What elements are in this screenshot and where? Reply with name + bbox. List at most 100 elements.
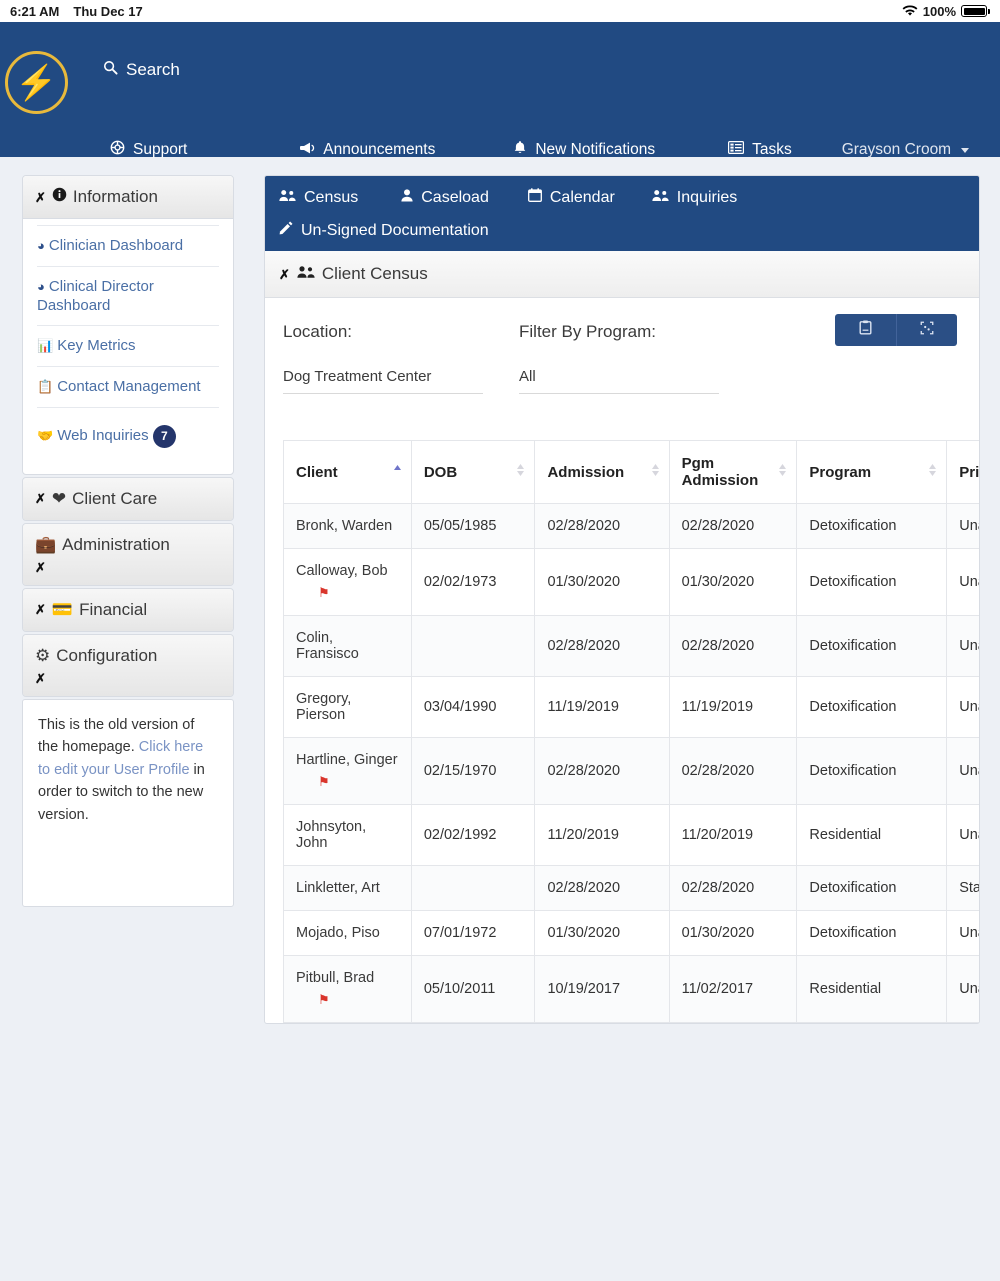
sidebar-section-header-client-care[interactable]: ✗ ❤ Client Care [23,477,233,520]
table-row[interactable]: Bronk, Warden 05/05/1985 02/28/2020 02/2… [283,503,979,549]
tab-census[interactable]: Census [279,189,358,207]
client-name: Calloway, Bob [296,563,388,579]
cell-program: Detoxification [796,503,948,549]
sort-asc-icon[interactable] [393,463,402,481]
search-input[interactable]: Search [103,60,180,80]
client-name: Hartline, Ginger [296,752,398,768]
chart-bar-icon: 📊 [37,338,54,354]
sidebar-section-client-care: ✗ ❤ Client Care [22,476,234,521]
cell-primary-counselor: Unas [946,910,979,956]
chevron-down-icon: ✗ [35,559,46,575]
sidebar-section-header-configuration[interactable]: ⚙ Configuration ✗ [23,634,233,696]
table-row[interactable]: Gregory, Pierson 03/04/1990 11/19/2019 1… [283,676,979,738]
table-row[interactable]: Calloway, Bob ⚑ 02/02/1973 01/30/2020 01/… [283,548,979,616]
cell-program: Detoxification [796,676,948,738]
census-table-body: Bronk, Warden 05/05/1985 02/28/2020 02/2… [283,503,979,1023]
table-row[interactable]: Hartline, Ginger ⚑ 02/15/1970 02/28/2020 … [283,737,979,805]
table-header-row: Client DOB Admission Pgm Admission Progr… [283,440,979,504]
main-content: Census Caseload Calendar Inquiries Un-Si… [264,175,980,1024]
column-header-pgm-admission[interactable]: Pgm Admission [668,440,798,504]
top-navigation-bar: ⚡ Search Support Announcements New Notif… [0,22,1000,160]
location-value[interactable]: Dog Treatment Center [283,368,483,394]
column-settings-button[interactable] [896,314,957,346]
sidebar-section-header-information[interactable]: ✗ Information [23,176,233,219]
table-row[interactable]: Mojado, Piso 07/01/1972 01/30/2020 01/30… [283,910,979,956]
client-name: Linkletter, Art [296,880,380,896]
nav-item-tasks[interactable]: Tasks [728,141,792,159]
cell-admission: 01/30/2020 [534,910,670,956]
sort-none-icon[interactable] [651,463,660,481]
user-menu-label: Grayson Croom [841,141,952,158]
cell-admission: 02/28/2020 [534,865,670,911]
sidebar-section-header-administration[interactable]: 💼 Administration ✗ [23,523,233,585]
nav-label-support: Support [133,141,188,158]
sidebar-section-information: ✗ Information ◕ Clinician Dashboard ◕ Clin… [22,175,234,475]
program-value[interactable]: All [519,368,719,394]
column-label: Program [809,463,872,481]
old-version-note: This is the old version of the homepage.… [22,698,234,907]
sidebar-item-clinical-director-dashboard[interactable]: ◕ Clinical Director Dashboard [37,267,219,327]
section-title: Client Census [321,264,428,283]
credit-card-icon: 💳 [51,599,74,619]
flag-icon: ⚑ [318,992,330,1007]
cell-admission: 02/28/2020 [534,503,670,549]
table-row[interactable]: Johnsyton, John 02/02/1992 11/20/2019 11… [283,804,979,866]
table-row[interactable]: Colin, Fransisco 02/28/2020 02/28/2020 D… [283,615,979,677]
cell-dob: 07/01/1972 [410,910,536,956]
cell-dob: 02/02/1973 [410,548,536,616]
pencil-icon [279,221,293,240]
program-filter[interactable]: Filter By Program: All [519,322,719,394]
cell-admission: 11/19/2019 [534,676,670,738]
sort-none-icon[interactable] [928,463,937,481]
column-label: DOB [423,463,458,481]
expand-columns-icon [920,321,934,340]
sort-none-icon[interactable] [778,463,787,481]
cell-dob: 02/02/1992 [410,804,536,866]
sort-none-icon[interactable] [516,463,525,481]
column-header-dob[interactable]: DOB [410,440,536,504]
nav-item-new-notifications[interactable]: New Notifications [513,140,655,160]
search-label: Search [126,60,180,79]
cell-primary-counselor: Unas [946,955,979,1023]
nav-item-announcements[interactable]: Announcements [299,141,435,160]
sidebar-item-label: Contact Management [57,378,201,395]
cell-dob: 05/05/1985 [410,503,536,549]
sidebar-item-web-inquiries[interactable]: 🤝 Web Inquiries 7 [37,408,219,458]
column-header-admission[interactable]: Admission [534,440,670,504]
cell-client: Mojado, Piso [283,910,412,956]
tab-inquiries[interactable]: Inquiries [652,189,737,207]
clipboard-button[interactable] [835,314,896,346]
sidebar-item-key-metrics[interactable]: 📊 Key Metrics [37,326,219,367]
cell-admission: 01/30/2020 [534,548,670,616]
program-label: Filter By Program: [519,322,656,341]
sidebar-section-header-financial[interactable]: ✗ 💳 Financial [23,588,233,631]
lightning-bolt-logo[interactable]: ⚡ [5,51,68,114]
location-filter[interactable]: Location: Dog Treatment Center [283,322,483,394]
cell-pgm-admission: 11/19/2019 [668,676,798,738]
column-header-primary-counselor[interactable]: Pri Cou [946,440,979,504]
sidebar-item-contact-management[interactable]: 📋 Contact Management [37,367,219,408]
cell-client: Linkletter, Art [283,865,412,911]
tab-caseload[interactable]: Caseload [401,189,489,207]
table-row[interactable]: Linkletter, Art 02/28/2020 02/28/2020 De… [283,865,979,911]
tab-calendar[interactable]: Calendar [527,188,615,207]
census-table: Client DOB Admission Pgm Admission Progr… [283,440,979,1023]
cell-program: Detoxification [796,548,948,616]
nav-item-support[interactable]: Support [110,140,187,160]
search-icon [103,60,118,80]
table-row[interactable]: Pitbull, Brad ⚑ 05/10/2011 10/19/2017 11/… [283,955,979,1023]
nav-item-user-menu[interactable]: Grayson Croom [841,141,970,159]
cell-pgm-admission: 02/28/2020 [668,737,798,805]
tab-label-caseload: Caseload [421,188,489,206]
column-header-program[interactable]: Program [796,440,948,504]
client-census-section-header[interactable]: ✗ Client Census [265,251,979,298]
status-date: Thu Dec 17 [73,3,143,19]
nav-label-new-notifications: New Notifications [535,141,656,158]
census-table-wrapper[interactable]: Client DOB Admission Pgm Admission Progr… [265,400,979,1023]
bullhorn-icon [299,141,315,160]
cell-admission: 02/28/2020 [534,737,670,805]
sidebar-item-clinician-dashboard[interactable]: ◕ Clinician Dashboard [37,225,219,267]
tab-unsigned-documentation[interactable]: Un-Signed Documentation [279,221,489,240]
column-header-client[interactable]: Client [283,440,412,504]
sidebar-section-configuration: ⚙ Configuration ✗ [22,633,234,697]
